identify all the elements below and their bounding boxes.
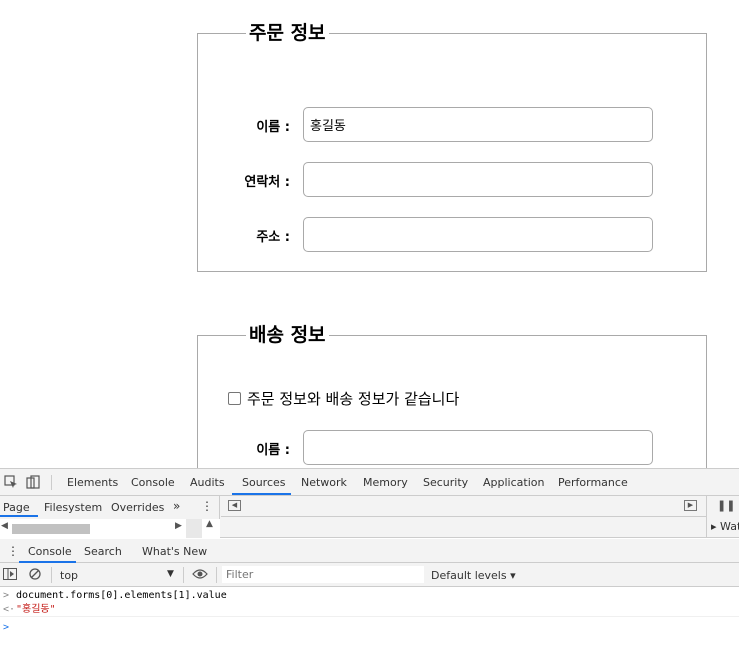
scrollbar-corner (186, 519, 202, 538)
console-input-line: > document.forms[0].elements[1].value (0, 589, 739, 603)
drawer-tab-whats-new[interactable]: What's New (142, 545, 207, 558)
show-sidebar-icon[interactable] (3, 568, 17, 580)
order-name-label: 이름 : (256, 120, 290, 135)
editor-toolbar-divider (221, 516, 706, 517)
order-name-row: 이름 : (198, 107, 708, 142)
tab-performance[interactable]: Performance (558, 476, 628, 489)
active-sources-tab-indicator (0, 515, 38, 517)
result-arrow-icon: <· (3, 604, 16, 615)
drawer-tab-console[interactable]: Console (28, 545, 72, 558)
sources-panel: Page Filesystem Overrides » ⋮ ◀ ▶ ▲ ◀ ▶ … (0, 496, 739, 538)
navigator-scrollbar[interactable]: ◀ ▶ ▲ (0, 519, 220, 538)
ship-name-row: 이름 : (198, 430, 708, 465)
order-address-row: 주소 : (198, 217, 708, 252)
device-toolbar-icon[interactable] (26, 475, 40, 489)
debugger-sidebar: ❚❚ ▸ Wat (706, 496, 739, 538)
console-toolbar: top ▼ Default levels ▾ (0, 563, 739, 587)
order-phone-input[interactable] (303, 162, 653, 197)
toggle-debugger-icon[interactable]: ▶ (684, 500, 697, 511)
toolbar-separator (51, 475, 52, 490)
navigator-menu-icon[interactable]: ⋮ (201, 499, 213, 513)
devtools-panel: Elements Console Audits Sources Network … (0, 468, 739, 646)
ship-name-input[interactable] (303, 430, 653, 465)
devtools-main-tabbar: Elements Console Audits Sources Network … (0, 469, 739, 496)
scroll-right-icon[interactable]: ▶ (175, 521, 182, 531)
more-tabs-button[interactable]: » (173, 499, 180, 513)
order-name-input[interactable] (303, 107, 653, 142)
scroll-up-down-icon[interactable]: ▲ (206, 519, 213, 529)
toolbar-separator (216, 567, 217, 583)
tab-console[interactable]: Console (131, 476, 175, 489)
tab-audits[interactable]: Audits (190, 476, 225, 489)
watch-label: Wat (720, 520, 739, 533)
inspect-element-icon[interactable] (4, 475, 18, 489)
drawer-menu-icon[interactable]: ⋮ (7, 544, 19, 558)
toolbar-separator (51, 567, 52, 583)
shipping-info-legend: 배송 정보 (249, 324, 326, 346)
prompt-chevron-icon: > (3, 622, 10, 633)
eye-icon[interactable] (192, 568, 208, 580)
shipping-info-fieldset: 배송 정보 주문 정보와 배송 정보가 같습니다 이름 : (197, 324, 707, 468)
console-output: > document.forms[0].elements[1].value <·… (0, 587, 739, 646)
tab-page[interactable]: Page (3, 501, 30, 514)
ship-name-label: 이름 : (256, 443, 290, 458)
order-address-label: 주소 : (256, 230, 290, 245)
web-page: 주문 정보 이름 : 연락처 : 주소 : 배송 정보 주문 정보와 배송 정보… (0, 0, 739, 468)
order-info-legend: 주문 정보 (249, 22, 326, 44)
tab-memory[interactable]: Memory (363, 476, 408, 489)
console-prompt-line[interactable]: > (0, 621, 739, 635)
sources-navigator: Page Filesystem Overrides » ⋮ ◀ ▶ ▲ (0, 496, 220, 538)
tab-sources[interactable]: Sources (242, 476, 286, 489)
tab-elements[interactable]: Elements (67, 476, 118, 489)
order-phone-label: 연락처 : (244, 175, 290, 190)
tab-application[interactable]: Application (483, 476, 544, 489)
console-filter-input[interactable] (222, 566, 424, 583)
pause-icon[interactable]: ❚❚ (717, 499, 735, 512)
tab-overrides[interactable]: Overrides (111, 501, 164, 514)
watch-section[interactable]: ▸ Wat (711, 520, 739, 533)
scroll-left-icon[interactable]: ◀ (1, 521, 8, 531)
toggle-navigator-icon[interactable]: ◀ (228, 500, 241, 511)
input-prompt-icon: > (3, 590, 10, 601)
tab-security[interactable]: Security (423, 476, 468, 489)
console-command: document.forms[0].elements[1].value (16, 590, 227, 601)
sources-editor-area: ◀ ▶ (221, 496, 706, 538)
log-levels-dropdown[interactable]: Default levels ▾ (431, 569, 516, 582)
tab-filesystem[interactable]: Filesystem (44, 501, 102, 514)
console-result: "홍길동" (16, 604, 56, 615)
drawer-tab-search[interactable]: Search (84, 545, 122, 558)
console-result-line: <· "홍길동" (0, 603, 739, 617)
clear-console-icon[interactable] (29, 568, 41, 580)
same-as-order-row: 주문 정보와 배송 정보가 같습니다 (228, 389, 460, 408)
context-selector[interactable]: top (60, 569, 78, 582)
active-tab-indicator (232, 493, 291, 495)
order-info-fieldset: 주문 정보 이름 : 연락처 : 주소 : (197, 22, 707, 272)
tab-network[interactable]: Network (301, 476, 347, 489)
toolbar-separator (183, 567, 184, 583)
context-dropdown-icon[interactable]: ▼ (167, 569, 174, 579)
order-phone-row: 연락처 : (198, 162, 708, 197)
scrollbar-thumb[interactable] (12, 524, 90, 534)
same-as-order-checkbox[interactable] (228, 391, 241, 405)
order-address-input[interactable] (303, 217, 653, 252)
same-as-order-label: 주문 정보와 배송 정보가 같습니다 (247, 389, 460, 408)
drawer-tabbar: ⋮ Console Search What's New (0, 539, 739, 563)
